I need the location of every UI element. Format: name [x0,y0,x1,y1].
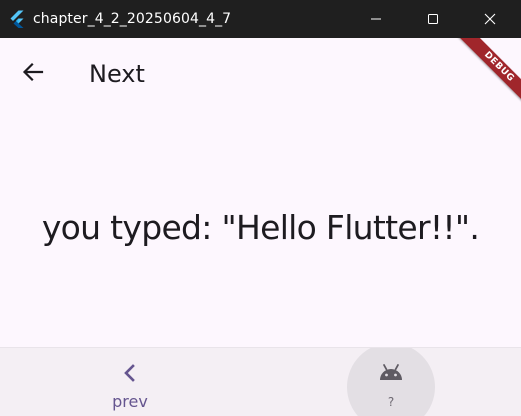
window-title-bar: chapter_4_2_20250604_4_7 [0,0,521,38]
android-icon [378,362,404,384]
maximize-button[interactable] [410,0,456,38]
nav-item-label: prev [112,392,148,411]
window-title: chapter_4_2_20250604_4_7 [33,11,232,27]
minimize-icon [370,10,382,29]
back-button[interactable] [13,54,53,94]
close-button[interactable] [467,0,513,38]
flutter-logo-icon [8,10,26,28]
page-body: you typed: "Hello Flutter!!". [0,110,521,347]
page-title: Next [89,60,145,88]
close-icon [484,10,496,29]
nav-item-prev[interactable]: prev [55,348,205,416]
arrow-left-icon [22,61,44,87]
maximize-icon [427,10,439,29]
minimize-button[interactable] [353,0,399,38]
app-bar: Next [0,38,521,110]
typed-message: you typed: "Hello Flutter!!". [41,208,480,247]
bottom-navigation-bar: prev ? [0,347,521,416]
nav-item-label: ? [387,395,395,409]
chevron-left-icon [118,361,142,385]
nav-item-help[interactable]: ? [316,348,466,416]
